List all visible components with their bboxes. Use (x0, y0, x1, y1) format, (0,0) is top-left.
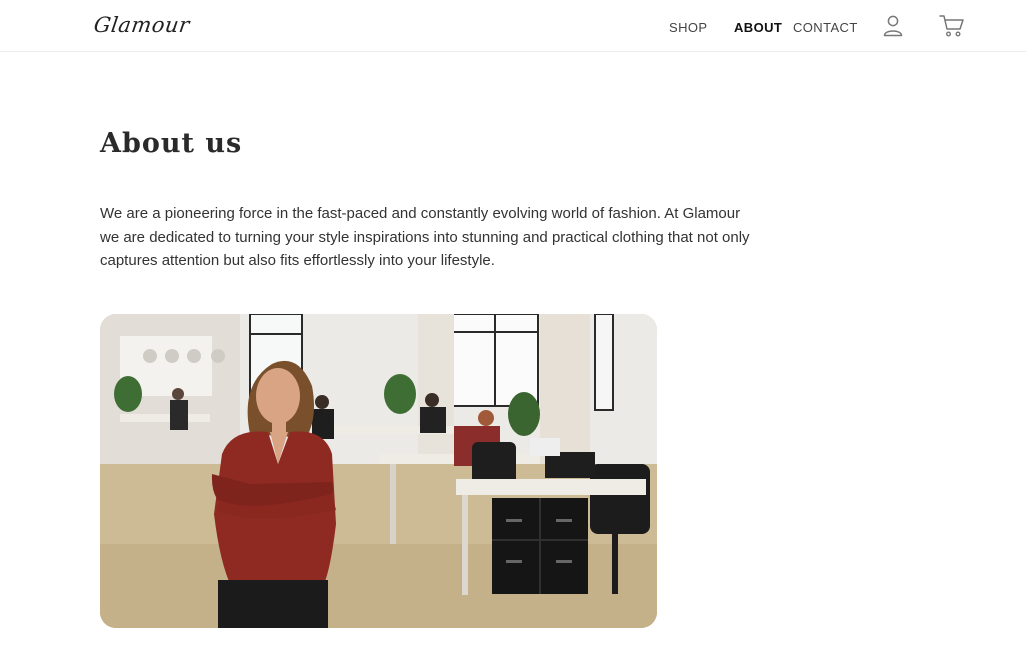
nav-about[interactable]: ABOUT (734, 20, 782, 35)
office-hero-image (100, 314, 657, 628)
intro-paragraph: We are a pioneering force in the fast-pa… (100, 205, 750, 269)
nav-contact[interactable]: CONTACT (793, 20, 858, 35)
cart-icon (939, 15, 964, 37)
page-title: About us (100, 128, 243, 159)
cart-button[interactable] (938, 12, 966, 40)
office-photo-illustration (100, 314, 657, 628)
logo[interactable]: Glamour (92, 13, 191, 37)
nav-shop[interactable]: SHOP (669, 20, 707, 35)
site-header: Glamour SHOP ABOUT CONTACT (0, 0, 1026, 52)
account-button[interactable] (879, 12, 907, 40)
user-icon (883, 15, 903, 37)
